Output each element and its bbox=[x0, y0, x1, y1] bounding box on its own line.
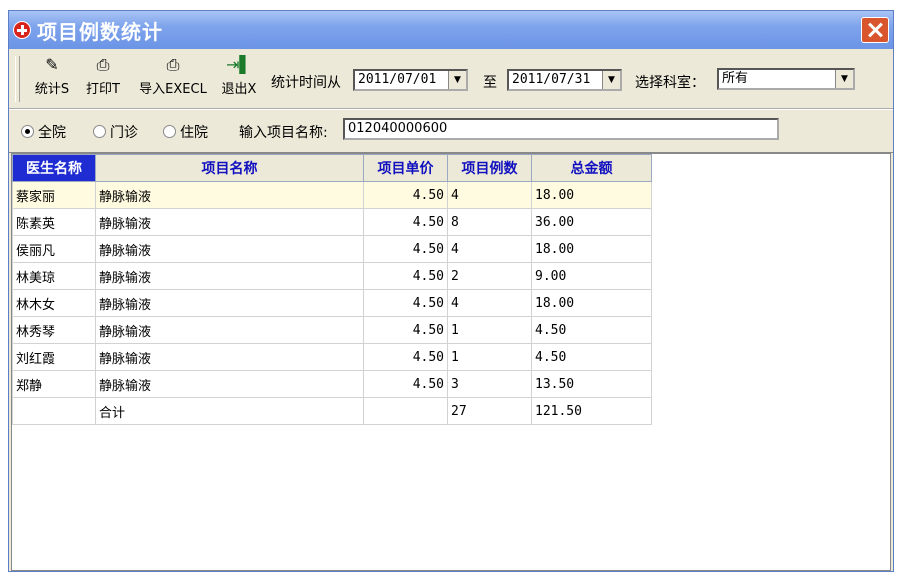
cell-total: 13.50 bbox=[531, 370, 652, 398]
cell-count: 2 bbox=[447, 262, 532, 290]
table-row[interactable]: 刘红霞 静脉输液 4.50 1 4.50 bbox=[12, 343, 652, 371]
cell-total: 4.50 bbox=[531, 343, 652, 371]
cell-unit-price: 4.50 bbox=[363, 289, 448, 317]
radio-outpatient[interactable]: 门诊 bbox=[93, 122, 138, 142]
dept-select[interactable]: 所有 ▼ bbox=[717, 68, 855, 90]
filter-bar: 全院 门诊 住院 输入项目名称: 012040000600 bbox=[9, 110, 893, 153]
cell-unit-price: 4.50 bbox=[363, 343, 448, 371]
radio-dot-icon bbox=[21, 125, 34, 138]
cell-doctor: 刘红霞 bbox=[12, 343, 96, 371]
table-row[interactable]: 郑静 静脉输液 4.50 3 13.50 bbox=[12, 370, 652, 398]
radio-inpatient[interactable]: 住院 bbox=[163, 122, 208, 142]
cell-count: 3 bbox=[447, 370, 532, 398]
stat-button[interactable]: ✎ 统计S bbox=[27, 54, 77, 104]
item-name-label: 输入项目名称: bbox=[239, 125, 328, 141]
cell-total: 18.00 bbox=[531, 235, 652, 263]
col-header-item-name[interactable]: 项目名称 bbox=[95, 154, 364, 182]
printer-icon: ⎙ bbox=[166, 55, 180, 74]
cell-item-name: 静脉输液 bbox=[95, 208, 364, 236]
table-row[interactable]: 陈素英 静脉输液 4.50 8 36.00 bbox=[12, 208, 652, 236]
cell-doctor: 蔡家丽 bbox=[12, 181, 96, 209]
table-total-row[interactable]: 合计 27 121.50 bbox=[12, 397, 652, 425]
cell-count: 8 bbox=[447, 208, 532, 236]
chevron-down-icon[interactable]: ▼ bbox=[448, 71, 466, 89]
col-header-unit-price[interactable]: 项目单价 bbox=[363, 154, 448, 182]
cell-item-name: 静脉输液 bbox=[95, 289, 364, 317]
radio-dot-icon bbox=[93, 125, 106, 138]
cell-unit-price: 4.50 bbox=[363, 181, 448, 209]
cell-item-name: 静脉输液 bbox=[95, 181, 364, 209]
cell-doctor bbox=[12, 397, 96, 425]
cell-count-total: 27 bbox=[447, 397, 532, 425]
table-row[interactable]: 林秀琴 静脉输液 4.50 1 4.50 bbox=[12, 316, 652, 344]
cell-total-label: 合计 bbox=[95, 397, 364, 425]
cell-item-name: 静脉输液 bbox=[95, 235, 364, 263]
cell-count: 1 bbox=[447, 343, 532, 371]
dept-label: 选择科室： bbox=[635, 75, 705, 91]
main-window: 项目例数统计 ✎ 统计S ⎙ 打印T ⎙ 导入EXECL ⇥▌ 退出X 统计时间… bbox=[8, 10, 894, 572]
cell-doctor: 郑静 bbox=[12, 370, 96, 398]
cell-item-name: 静脉输液 bbox=[95, 343, 364, 371]
toolbar-grip bbox=[15, 56, 20, 102]
cell-unit-price: 4.50 bbox=[363, 235, 448, 263]
chevron-down-icon[interactable]: ▼ bbox=[602, 71, 620, 89]
stats-table: 医生名称 项目名称 项目单价 项目例数 总金额 蔡家丽 静脉输液 4.50 4 … bbox=[12, 154, 652, 425]
table-row[interactable]: 蔡家丽 静脉输液 4.50 4 18.00 bbox=[12, 181, 652, 209]
table-row[interactable]: 侯丽凡 静脉输液 4.50 4 18.00 bbox=[12, 235, 652, 263]
col-header-total[interactable]: 总金额 bbox=[531, 154, 652, 182]
cell-total: 18.00 bbox=[531, 289, 652, 317]
table-header-row: 医生名称 项目名称 项目单价 项目例数 总金额 bbox=[12, 154, 652, 182]
cell-total: 36.00 bbox=[531, 208, 652, 236]
cell-doctor: 林美琼 bbox=[12, 262, 96, 290]
cell-item-name: 静脉输液 bbox=[95, 262, 364, 290]
cell-count: 4 bbox=[447, 181, 532, 209]
date-from-select[interactable]: 2011/07/01 ▼ bbox=[353, 69, 468, 91]
cell-total: 18.00 bbox=[531, 181, 652, 209]
exit-door-icon: ⇥▌ bbox=[226, 55, 252, 74]
radio-dot-icon bbox=[163, 125, 176, 138]
date-to-select[interactable]: 2011/07/31 ▼ bbox=[507, 69, 622, 91]
cell-count: 4 bbox=[447, 289, 532, 317]
item-name-input[interactable]: 012040000600 bbox=[343, 118, 779, 140]
cell-item-name: 静脉输液 bbox=[95, 316, 364, 344]
cell-doctor: 林木女 bbox=[12, 289, 96, 317]
cell-unit-price: 4.50 bbox=[363, 370, 448, 398]
cell-total: 9.00 bbox=[531, 262, 652, 290]
to-label: 至 bbox=[483, 75, 497, 91]
cell-count: 4 bbox=[447, 235, 532, 263]
window-title: 项目例数统计 bbox=[37, 20, 163, 44]
toolbar: ✎ 统计S ⎙ 打印T ⎙ 导入EXECL ⇥▌ 退出X 统计时间从 2011/… bbox=[9, 50, 893, 110]
data-grid[interactable]: 医生名称 项目名称 项目单价 项目例数 总金额 蔡家丽 静脉输液 4.50 4 … bbox=[11, 153, 891, 571]
cell-unit-price bbox=[363, 397, 448, 425]
printer-icon: ⎙ bbox=[96, 55, 110, 74]
title-bar: 项目例数统计 bbox=[9, 11, 893, 49]
cell-amount-total: 121.50 bbox=[531, 397, 652, 425]
cell-count: 1 bbox=[447, 316, 532, 344]
radio-all-hospital[interactable]: 全院 bbox=[21, 122, 66, 142]
cell-doctor: 林秀琴 bbox=[12, 316, 96, 344]
cell-doctor: 陈素英 bbox=[12, 208, 96, 236]
export-excel-button[interactable]: ⎙ 导入EXECL bbox=[133, 54, 213, 104]
cell-unit-price: 4.50 bbox=[363, 316, 448, 344]
chevron-down-icon[interactable]: ▼ bbox=[835, 70, 853, 88]
time-from-label: 统计时间从 bbox=[271, 75, 341, 91]
table-row[interactable]: 林美琼 静脉输液 4.50 2 9.00 bbox=[12, 262, 652, 290]
cell-total: 4.50 bbox=[531, 316, 652, 344]
cell-unit-price: 4.50 bbox=[363, 262, 448, 290]
print-button[interactable]: ⎙ 打印T bbox=[81, 54, 125, 104]
edit-icon: ✎ bbox=[45, 55, 59, 74]
cell-unit-price: 4.50 bbox=[363, 208, 448, 236]
col-header-doctor[interactable]: 医生名称 bbox=[12, 154, 96, 182]
app-cross-icon bbox=[13, 21, 31, 39]
exit-button[interactable]: ⇥▌ 退出X bbox=[215, 54, 263, 104]
col-header-count[interactable]: 项目例数 bbox=[447, 154, 532, 182]
table-row[interactable]: 林木女 静脉输液 4.50 4 18.00 bbox=[12, 289, 652, 317]
close-button[interactable] bbox=[861, 17, 889, 43]
cell-doctor: 侯丽凡 bbox=[12, 235, 96, 263]
cell-item-name: 静脉输液 bbox=[95, 370, 364, 398]
